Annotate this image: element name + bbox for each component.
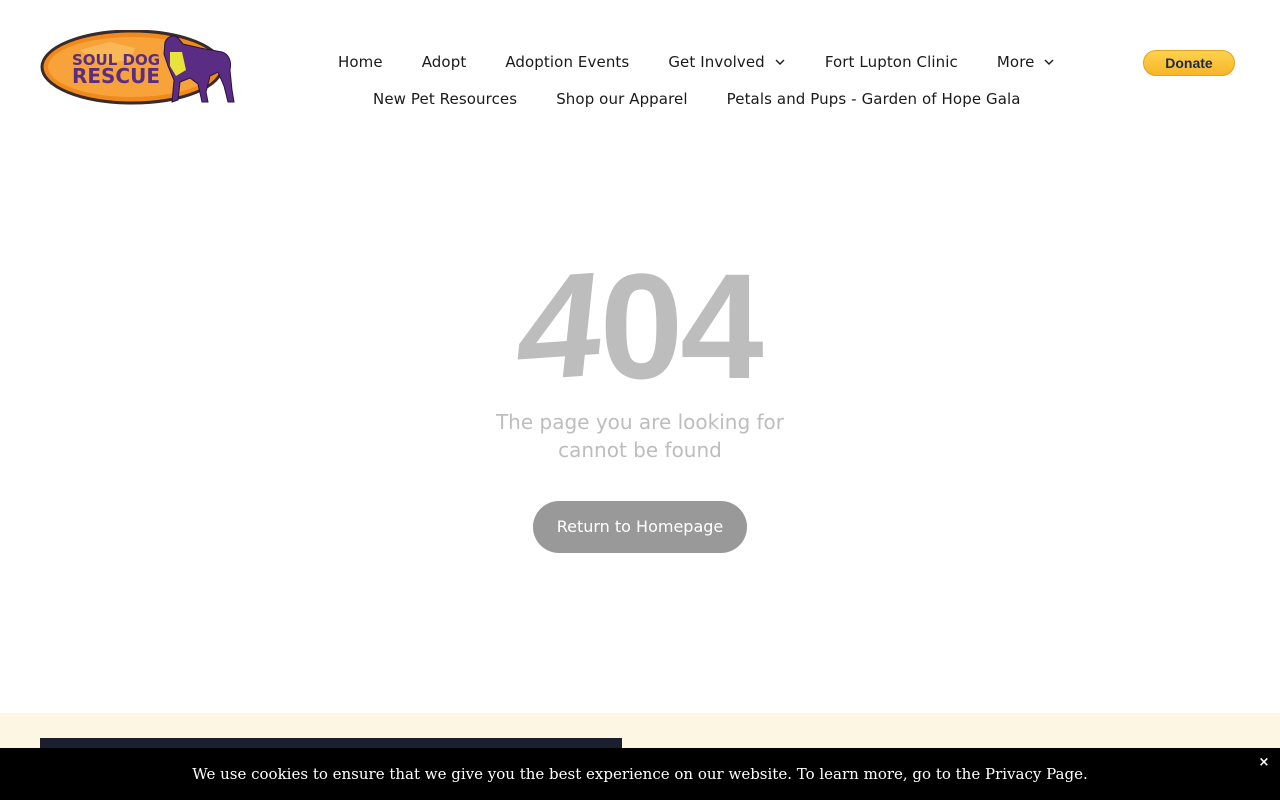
cookie-notice-bar: We use cookies to ensure that we give yo… (0, 748, 1280, 800)
nav-item-get-involved[interactable]: Get Involved (668, 53, 785, 71)
main-nav-row-1: Home Adopt Adoption Events Get Involved … (338, 52, 1055, 72)
nav-item-adopt[interactable]: Adopt (422, 53, 467, 71)
nav-item-label: Adoption Events (505, 53, 630, 71)
nav-item-adoption-events[interactable]: Adoption Events (505, 53, 629, 71)
nav-item-more[interactable]: More (997, 53, 1056, 71)
logo-line-2: RESCUE (71, 64, 161, 88)
nav-item-label: Get Involved (668, 53, 765, 71)
nav-item-label: Petals and Pups - Garden of Hope Gala (726, 90, 1021, 108)
nav-item-label: Fort Lupton Clinic (824, 53, 958, 71)
donate-button[interactable]: Donate (1143, 50, 1235, 76)
chevron-down-icon (775, 59, 785, 65)
error-message-line-1: The page you are looking for (495, 410, 785, 434)
nav-item-label: Adopt (421, 53, 467, 71)
error-message: The page you are looking for cannot be f… (490, 408, 790, 464)
nav-item-label: New Pet Resources (373, 90, 518, 108)
nav-item-new-pet-resources[interactable]: New Pet Resources (373, 90, 517, 108)
nav-item-shop-our-apparel[interactable]: Shop our Apparel (556, 90, 687, 108)
nav-item-petals-and-pups-gala[interactable]: Petals and Pups - Garden of Hope Gala (727, 90, 1021, 108)
return-to-homepage-button[interactable]: Return to Homepage (533, 501, 747, 553)
main-nav-row-2: New Pet Resources Shop our Apparel Petal… (373, 89, 1021, 109)
site-header: SOUL DOG RESCUE Home Adopt Adoption Even… (0, 0, 1280, 130)
error-code-404: 404 (0, 239, 1280, 413)
nav-item-label: More (996, 53, 1035, 71)
chevron-down-icon (1044, 59, 1054, 65)
nav-item-home[interactable]: Home (338, 53, 383, 71)
error-message-line-2: cannot be found (558, 438, 722, 462)
cookie-notice-text: We use cookies to ensure that we give yo… (192, 765, 1088, 783)
error-code-rest: 04 (599, 242, 764, 410)
nav-item-label: Home (338, 53, 383, 71)
close-icon[interactable]: × (1256, 748, 1272, 778)
error-code-first-digit: 4 (510, 239, 610, 413)
nav-item-fort-lupton-clinic[interactable]: Fort Lupton Clinic (825, 53, 958, 71)
logo-text: SOUL DOG RESCUE (56, 52, 176, 88)
site-logo[interactable]: SOUL DOG RESCUE (40, 29, 240, 108)
nav-item-label: Shop our Apparel (556, 90, 688, 108)
